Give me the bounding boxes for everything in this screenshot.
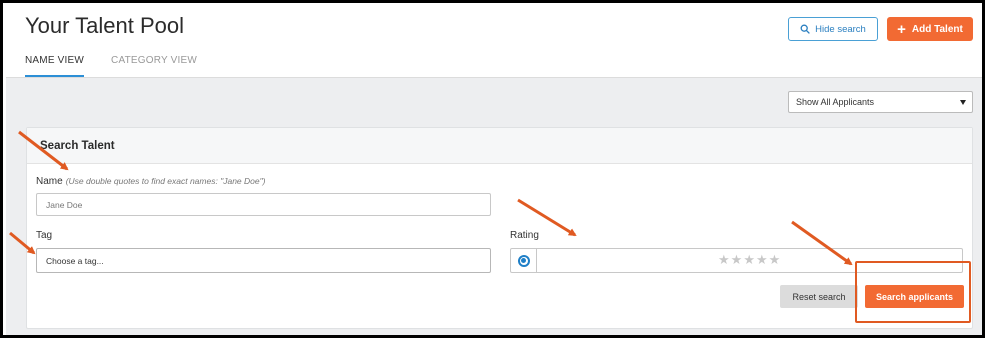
search-icon: [800, 24, 810, 34]
applicants-filter-value: Show All Applicants: [796, 97, 875, 107]
hide-search-label: Hide search: [815, 23, 866, 35]
add-talent-button[interactable]: + Add Talent: [887, 17, 973, 41]
star-icon[interactable]: ★: [731, 253, 743, 267]
name-label-row: Name (Use double quotes to find exact nam…: [36, 176, 265, 187]
card-header: Search Talent: [27, 128, 972, 164]
hide-search-button[interactable]: Hide search: [788, 17, 878, 41]
page-title: Your Talent Pool: [25, 13, 185, 38]
annotation-highlight-box: [855, 261, 971, 323]
tag-select[interactable]: Choose a tag...: [36, 248, 491, 273]
card-title: Search Talent: [40, 140, 115, 152]
view-tabs: NAME VIEW CATEGORY VIEW: [25, 51, 197, 77]
star-icon[interactable]: ★: [769, 253, 781, 267]
rating-stars: ★ ★ ★ ★ ★: [718, 253, 780, 267]
name-input[interactable]: Jane Doe: [36, 193, 491, 216]
reset-search-button[interactable]: Reset search: [780, 285, 858, 308]
star-icon[interactable]: ★: [718, 253, 730, 267]
applicants-filter-select[interactable]: Show All Applicants: [788, 91, 973, 113]
star-icon[interactable]: ★: [743, 253, 755, 267]
name-label: Name: [36, 176, 63, 187]
tab-name-view[interactable]: NAME VIEW: [25, 51, 85, 77]
screenshot-frame: Your Talent Pool Hide search + Add Talen…: [0, 0, 985, 338]
add-talent-label: Add Talent: [911, 23, 963, 35]
name-hint: (Use double quotes to find exact names: …: [65, 176, 266, 186]
tab-category-view[interactable]: CATEGORY VIEW: [111, 51, 197, 77]
radio-selected-icon: [517, 254, 530, 267]
tag-label: Tag: [36, 230, 53, 241]
plus-icon: +: [897, 20, 906, 38]
chevron-down-icon: [960, 100, 966, 105]
rating-label: Rating: [510, 230, 539, 241]
rating-radio[interactable]: [511, 249, 537, 272]
star-icon[interactable]: ★: [756, 253, 768, 267]
